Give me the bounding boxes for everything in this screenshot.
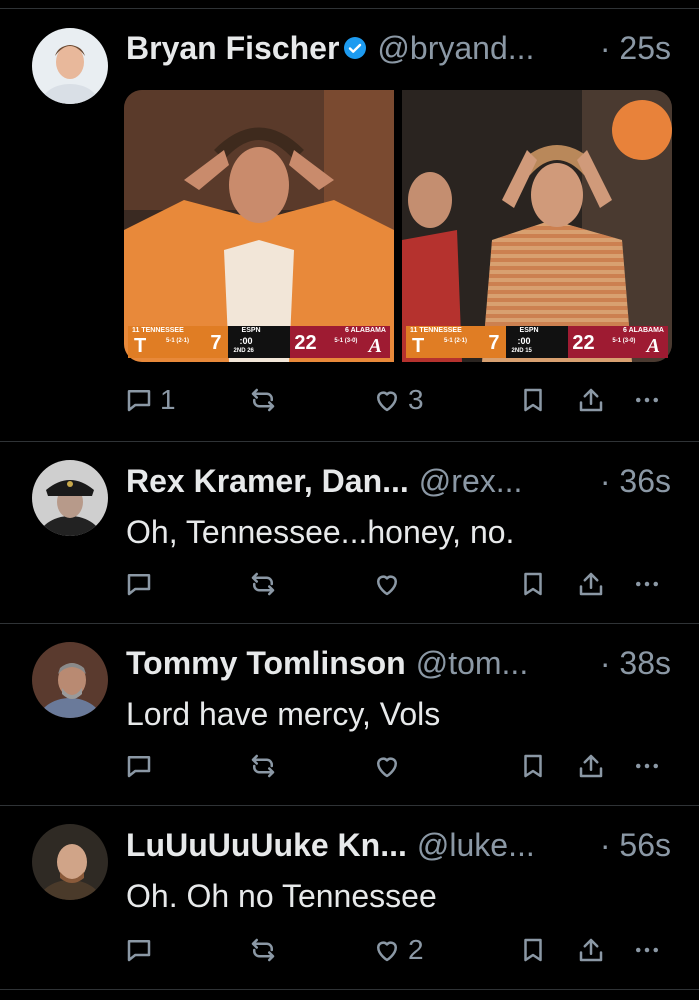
share-icon [579,572,603,596]
share-button[interactable] [576,566,606,602]
retweet-icon [251,388,275,412]
share-button[interactable] [576,382,606,418]
bookmark-icon [524,572,542,596]
retweet-button[interactable] [248,932,278,968]
more-button[interactable] [632,932,662,968]
tweet-actions [124,748,679,784]
avatar[interactable] [32,460,108,536]
avatar[interactable] [32,28,108,104]
verified-badge-icon [343,36,367,60]
bookmark-button[interactable] [518,932,548,968]
like-button[interactable]: 2 [372,932,424,968]
like-icon [377,575,397,596]
bookmark-button[interactable] [518,748,548,784]
bookmark-button[interactable] [518,382,548,418]
more-icon [636,397,658,403]
like-button[interactable] [372,566,402,602]
user-handle[interactable]: @tom... [416,645,529,682]
more-icon [636,763,658,769]
reply-icon [127,940,151,962]
bookmark-icon [524,938,542,962]
tweet-actions: 2 [124,932,679,968]
share-icon [579,388,603,412]
timestamp[interactable]: · 25s [600,30,671,67]
more-button[interactable] [632,748,662,784]
like-button[interactable] [372,748,402,784]
tweet-actions [124,566,679,602]
timestamp[interactable]: · 56s [600,827,671,864]
bookmark-button[interactable] [518,566,548,602]
reply-button[interactable]: 1 [124,382,176,418]
bookmark-icon [524,388,542,412]
share-icon [579,754,603,778]
timestamp[interactable]: · 38s [600,645,671,682]
tweet-text: Lord have mercy, Vols [126,696,441,732]
user-handle[interactable]: @rex... [419,463,523,500]
like-count: 3 [408,384,424,415]
like-icon [377,757,397,778]
tweet-text: Oh, Tennessee...honey, no. [126,514,515,550]
share-icon [579,938,603,962]
media-image-2[interactable] [402,90,672,362]
reply-icon [127,390,151,412]
display-name[interactable]: Rex Kramer, Dan... [126,463,409,500]
retweet-button[interactable] [248,748,278,784]
tweet-actions: 1 3 [124,382,679,418]
avatar[interactable] [32,642,108,718]
more-button[interactable] [632,566,662,602]
like-icon [377,941,397,962]
retweet-icon [251,572,275,596]
more-button[interactable] [632,382,662,418]
like-icon [377,391,397,412]
reply-icon [127,574,151,596]
more-icon [636,947,658,953]
media-grid[interactable] [124,90,672,362]
retweet-icon [251,938,275,962]
reply-count: 1 [160,384,176,415]
media-image-1[interactable] [124,90,394,362]
avatar[interactable] [32,824,108,900]
tweet-divider [0,441,699,442]
tweet-divider [0,989,699,990]
reply-button[interactable] [124,932,154,968]
tweet-divider [0,805,699,806]
retweet-button[interactable] [248,382,278,418]
reply-button[interactable] [124,748,154,784]
reply-icon [127,756,151,778]
display-name[interactable]: Tommy Tomlinson [126,645,406,682]
retweet-icon [251,754,275,778]
share-button[interactable] [576,748,606,784]
more-icon [636,581,658,587]
bookmark-icon [524,754,542,778]
reply-button[interactable] [124,566,154,602]
user-handle[interactable]: @bryand... [377,30,534,67]
like-count: 2 [408,934,424,965]
retweet-button[interactable] [248,566,278,602]
tweet-divider [0,623,699,624]
tweet-text: Oh. Oh no Tennessee [126,878,437,914]
display-name[interactable]: Bryan Fischer [126,30,339,67]
like-button[interactable]: 3 [372,382,424,418]
timestamp[interactable]: · 36s [600,463,671,500]
share-button[interactable] [576,932,606,968]
top-divider [0,8,699,9]
user-handle[interactable]: @luke... [417,827,535,864]
display-name[interactable]: LuUuUuUuke Kn... [126,827,407,864]
